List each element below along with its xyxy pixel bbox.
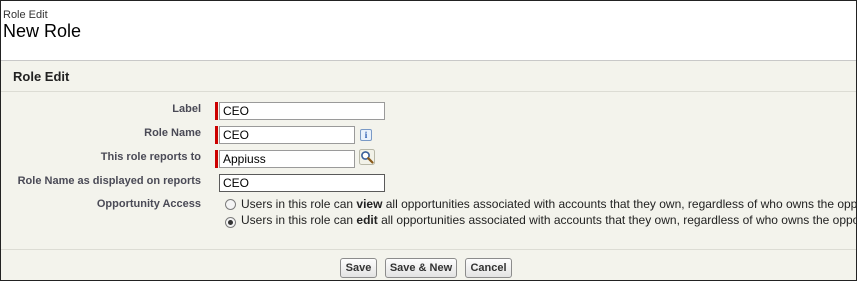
save-button[interactable]: Save (340, 258, 377, 278)
button-bar: Save Save & New Cancel (1, 249, 856, 280)
opportunity-view-radio[interactable] (225, 199, 236, 210)
panel-title: Role Edit (13, 69, 70, 84)
opportunity-access-field-label: Opportunity Access (96, 198, 201, 210)
lookup-magnifier-icon[interactable] (359, 149, 375, 165)
save-and-new-button[interactable]: Save & New (385, 258, 457, 278)
label-field-label: Label (172, 103, 201, 115)
role-edit-window: Role Edit New Role Role Edit Label Role … (0, 0, 857, 281)
reports-to-input[interactable] (219, 150, 355, 168)
role-name-field-label: Role Name (144, 127, 201, 139)
required-indicator (215, 150, 218, 168)
reports-to-field-label: This role reports to (100, 151, 201, 163)
panel-header: Role Edit (1, 61, 856, 92)
page-header: Role Edit New Role (1, 1, 856, 61)
page-type-label: Role Edit (3, 9, 48, 21)
label-input[interactable] (219, 102, 385, 120)
page-title: New Role (3, 21, 82, 41)
required-indicator (215, 126, 218, 144)
display-name-field-label: Role Name as displayed on reports (17, 175, 201, 187)
display-name-input[interactable] (219, 174, 385, 192)
role-edit-panel: Role Edit Label Role Name i This role re… (1, 60, 856, 280)
opportunity-edit-option-label[interactable]: Users in this role can edit all opportun… (241, 213, 856, 227)
opportunity-view-option-label[interactable]: Users in this role can view all opportun… (241, 197, 856, 211)
role-name-input[interactable] (219, 126, 355, 144)
required-indicator (215, 102, 218, 120)
info-icon[interactable]: i (360, 129, 372, 141)
cancel-button[interactable]: Cancel (465, 258, 512, 278)
opportunity-edit-radio[interactable] (225, 217, 236, 228)
